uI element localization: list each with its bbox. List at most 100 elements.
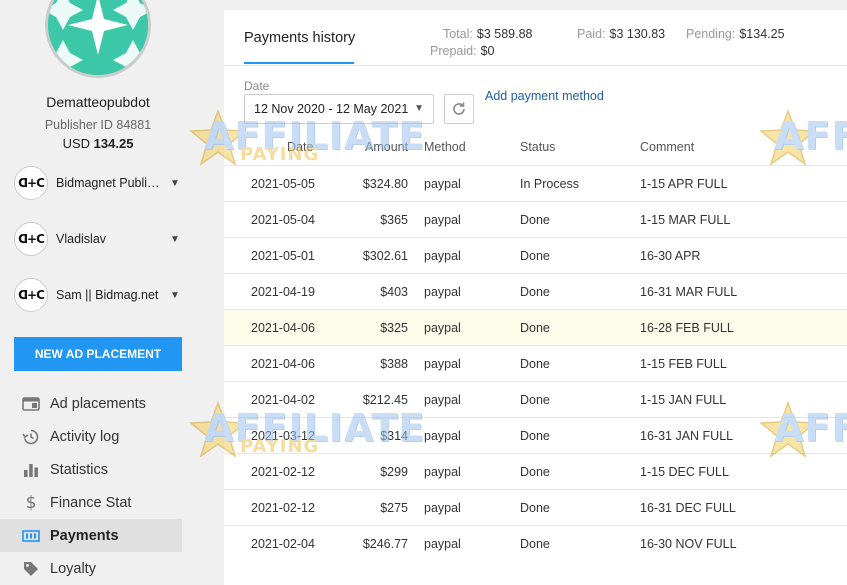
comment-cell: 1-15 DEC FULL — [640, 465, 729, 479]
summary-value: $3 130.83 — [609, 27, 666, 41]
account-logo: ᗡ+C — [14, 166, 48, 200]
nav-item-ad-placements[interactable]: Ad placements — [0, 387, 182, 420]
add-payment-method-link[interactable]: Add payment method — [485, 89, 604, 103]
method-cell: paypal — [424, 249, 461, 263]
payments-icon — [22, 527, 40, 545]
date-filter-label: Date — [244, 79, 270, 93]
summary-label: Paid: — [577, 27, 606, 41]
comment-cell: 1-15 JAN FULL — [640, 393, 727, 407]
method-cell: paypal — [424, 357, 461, 371]
avatar-pattern-icon — [48, 0, 148, 75]
history-icon — [22, 428, 40, 446]
table-row[interactable]: 2021-04-06 $325 paypal Done 16-28 FEB FULL — [224, 309, 847, 345]
method-cell: paypal — [424, 177, 461, 191]
new-ad-placement-button[interactable]: NEW AD PLACEMENT — [14, 337, 182, 371]
table-row[interactable]: 2021-05-05 $324.80 paypal In Process 1-15 AP… — [224, 165, 847, 201]
nav-label: Payments — [50, 527, 119, 544]
publisher-id: Publisher ID 84881 — [44, 118, 152, 132]
payments-panel: Payments history Total: $3 589.88 Prepaid… — [224, 10, 847, 585]
nav-item-loyalty[interactable]: Loyalty — [0, 552, 182, 585]
nav-label: Activity log — [50, 428, 120, 445]
account-switcher-1[interactable]: ᗡ+C Bidmagnet Publisher ▼ — [14, 166, 184, 200]
date-cell: 2021-05-04 — [251, 213, 315, 227]
chevron-down-icon: ▼ — [170, 233, 180, 245]
chevron-down-icon: ▼ — [170, 177, 180, 189]
table-row[interactable]: 2021-04-19 $403 paypal Done 16-31 MAR FULL — [224, 273, 847, 309]
summary-paid: Paid: $3 130.83 — [577, 27, 665, 41]
chevron-down-icon: ▼ — [170, 289, 180, 301]
comment-cell: 1-15 FEB FULL — [640, 357, 727, 371]
refresh-button[interactable] — [444, 94, 474, 124]
summary-prepaid: Prepaid: $0 — [430, 44, 494, 58]
date-cell: 2021-04-02 — [251, 393, 315, 407]
amount-cell: $388 — [380, 357, 408, 371]
account-switcher-2[interactable]: ᗡ+C Vladislav ▼ — [14, 222, 184, 256]
amount-cell: $314 — [380, 429, 408, 443]
amount-cell: $212.45 — [362, 393, 408, 407]
amount-cell: $325 — [380, 321, 408, 335]
amount-cell: $365 — [380, 213, 408, 227]
summary-pending: Pending: $134.25 — [686, 27, 785, 41]
method-cell: paypal — [424, 501, 461, 515]
date-cell: 2021-02-12 — [251, 465, 315, 479]
account-switcher-3[interactable]: ᗡ+C Sam || Bidmag.net ▼ — [14, 278, 184, 312]
date-range-select[interactable]: 12 Nov 2020 - 12 May 2021 ▼ — [244, 94, 434, 124]
date-cell: 2021-04-19 — [251, 285, 315, 299]
status-cell: Done — [520, 285, 550, 299]
comment-cell: 16-31 JAN FULL — [640, 429, 734, 443]
nav-item-finance-stat[interactable]: $ Finance Stat — [0, 486, 182, 519]
table-row[interactable]: 2021-05-01 $302.61 paypal Done 16-30 APR — [224, 237, 847, 273]
column-header-comment[interactable]: Comment — [640, 140, 694, 154]
dollar-icon: $ — [25, 492, 37, 513]
method-cell: paypal — [424, 393, 461, 407]
amount-cell: $299 — [380, 465, 408, 479]
method-cell: paypal — [424, 537, 461, 551]
nav-label: Ad placements — [50, 395, 146, 412]
column-header-amount[interactable]: Amount — [365, 140, 408, 154]
date-range-value: 12 Nov 2020 - 12 May 2021 — [254, 102, 409, 116]
method-cell: paypal — [424, 285, 461, 299]
avatar[interactable] — [45, 0, 151, 78]
tab-payments-history[interactable]: Payments history — [244, 30, 355, 46]
comment-cell: 16-28 FEB FULL — [640, 321, 734, 335]
method-cell: paypal — [424, 213, 461, 227]
table-row[interactable]: 2021-05-04 $365 paypal Done 1-15 MAR FULL — [224, 201, 847, 237]
balance: USD 134.25 — [0, 136, 196, 151]
method-cell: paypal — [424, 465, 461, 479]
ad-placements-icon — [22, 395, 40, 413]
divider — [224, 65, 847, 66]
amount-cell: $324.80 — [362, 177, 408, 191]
status-cell: Done — [520, 213, 550, 227]
status-cell: Done — [520, 321, 550, 335]
amount-cell: $403 — [380, 285, 408, 299]
column-header-status[interactable]: Status — [520, 140, 555, 154]
comment-cell: 1-15 APR FULL — [640, 177, 728, 191]
table-row[interactable]: 2021-02-12 $299 paypal Done 1-15 DEC FULL — [224, 453, 847, 489]
summary-value: $134.25 — [739, 27, 785, 41]
table-row[interactable]: 2021-02-12 $275 paypal Done 16-31 DEC FULL — [224, 489, 847, 525]
status-cell: Done — [520, 501, 550, 515]
method-cell: paypal — [424, 429, 461, 443]
nav-item-statistics[interactable]: Statistics — [0, 453, 182, 486]
table-row[interactable]: 2021-03-12 $314 paypal Done 16-31 JAN FULL — [224, 417, 847, 453]
nav-item-payments[interactable]: Payments — [0, 519, 182, 552]
table-row[interactable]: 2021-02-04 $246.77 paypal Done 16-30 NOV FUL… — [224, 525, 847, 561]
table-row[interactable]: 2021-04-06 $388 paypal Done 1-15 FEB FULL — [224, 345, 847, 381]
date-cell: 2021-02-04 — [251, 537, 315, 551]
table-row[interactable]: 2021-04-02 $212.45 paypal Done 1-15 JAN FULL — [224, 381, 847, 417]
comment-cell: 16-31 DEC FULL — [640, 501, 736, 515]
date-cell: 2021-05-01 — [251, 249, 315, 263]
active-tab-indicator — [244, 62, 354, 64]
date-cell: 2021-04-06 — [251, 321, 315, 335]
date-cell: 2021-05-05 — [251, 177, 315, 191]
refresh-icon — [453, 102, 465, 115]
nav-item-activity-log[interactable]: Activity log — [0, 420, 182, 453]
comment-cell: 16-31 MAR FULL — [640, 285, 738, 299]
status-cell: Done — [520, 429, 550, 443]
column-header-method[interactable]: Method — [424, 140, 466, 154]
column-header-date[interactable]: Date — [287, 140, 313, 154]
summary-label: Total: — [443, 27, 473, 41]
comment-cell: 16-30 NOV FULL — [640, 537, 737, 551]
balance-amount: 134.25 — [93, 136, 134, 151]
summary-total: Total: $3 589.88 — [443, 27, 533, 41]
